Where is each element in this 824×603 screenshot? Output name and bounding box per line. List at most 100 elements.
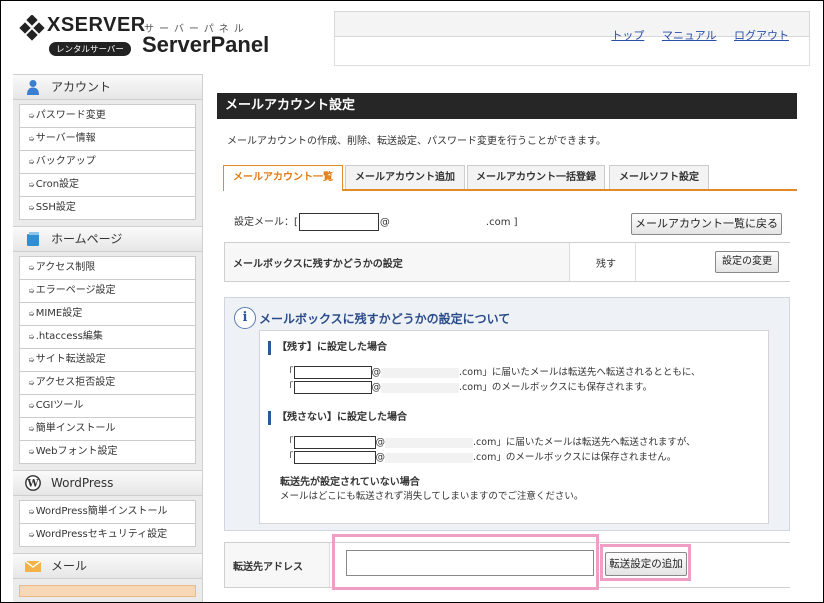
sidebar-item-label: MIME設定 (35, 308, 83, 319)
sidebar-item-label: Webフォント設定 (35, 446, 118, 457)
keep-text-1: .com」に届いたメールは転送先へ転送されるとともに、 (459, 367, 701, 378)
bracket: 「 (284, 367, 294, 378)
sidebar-list-account: ➭パスワード変更 ➭サーバー情報 ➭バックアップ ➭Cron設定 ➭SSH設定 (13, 100, 202, 226)
nokeep-heading: 【残さない】に設定した場合 (268, 411, 407, 425)
info-title: メールボックスに残すかどうかの設定について (259, 312, 511, 326)
sidebar-item-ssh[interactable]: ➭SSH設定 (19, 196, 196, 220)
arrow-icon: ➭ (28, 447, 35, 456)
section-title: ホームページ (51, 232, 123, 246)
sidebar-item-access-deny[interactable]: ➭アクセス拒否設定 (19, 371, 196, 394)
brand-name: XSERVER (47, 14, 146, 36)
sidebar-item-easy-install[interactable]: ➭簡単インストール (19, 417, 196, 440)
mailbox-keep-value-cell: 残す (569, 243, 636, 281)
back-to-list-button[interactable]: メールアカウント一覧に戻る (631, 213, 782, 235)
sidebar-item-label: サイト転送設定 (35, 354, 106, 365)
mailbox-keep-label: メールボックスに残すかどうかの設定 (233, 259, 403, 270)
main-content: メールアカウント設定 メールアカウントの作成、削除、転送設定、パスワード変更を行… (217, 93, 797, 590)
tab-mail-software[interactable]: メールソフト設定 (609, 165, 709, 189)
wordpress-icon: W (25, 475, 41, 491)
arrow-icon: ➭ (28, 378, 35, 387)
keep-line-2: 「 @ .com」のメールボックスにも保存されます。 (284, 379, 652, 394)
section-title: メール (51, 559, 88, 573)
masked-account (293, 451, 376, 464)
tab-account-add[interactable]: メールアカウント追加 (345, 165, 465, 189)
sidebar-section-mail[interactable]: メール (13, 553, 202, 579)
info-panel: i メールボックスに残すかどうかの設定について 【残す】に設定した場合 「 @ .c… (224, 297, 790, 531)
mailbox-keep-row: メールボックスに残すかどうかの設定 残す 設定の変更 (224, 242, 790, 282)
sidebar-item-label: WordPressセキュリティ設定 (35, 529, 168, 540)
top-links: トップ マニュアル ログアウト (597, 27, 789, 43)
bracket: 「 (284, 382, 294, 393)
sidebar-item-label: バックアップ (35, 156, 96, 167)
page-title: メールアカウント設定 (217, 93, 797, 119)
sidebar-section-wordpress[interactable]: W WordPress (13, 470, 202, 496)
sidebar-section-account[interactable]: アカウント (13, 74, 202, 100)
setting-mail-row: 設定メール：[ @ .com ] (234, 213, 518, 231)
sidebar-list-homepage: ➭アクセス制限 ➭エラーページ設定 ➭MIME設定 ➭.htaccess編集 ➭… (13, 252, 202, 470)
at-sign: @ (375, 437, 386, 448)
sidebar-item-error-page[interactable]: ➭エラーページ設定 (19, 279, 196, 302)
sidebar-item-label: CGIツール (35, 400, 84, 411)
arrow-icon: ➭ (28, 355, 35, 364)
sidebar-mail-item-partial[interactable] (19, 585, 196, 597)
sidebar-item-label: WordPress簡単インストール (35, 506, 168, 517)
forward-address-label: 転送先アドレス (233, 562, 303, 573)
add-forward-button[interactable]: 転送設定の追加 (605, 552, 687, 576)
masked-account (293, 436, 376, 449)
arrow-icon: ➭ (28, 401, 35, 410)
at-sign: @ (375, 452, 386, 463)
sidebar-item-server-info[interactable]: ➭サーバー情報 (19, 127, 196, 150)
arrow-icon: ➭ (28, 286, 35, 295)
masked-domain (381, 382, 460, 393)
arrow-icon: ➭ (28, 111, 35, 120)
sidebar: アカウント ➭パスワード変更 ➭サーバー情報 ➭バックアップ ➭Cron設定 ➭… (13, 74, 203, 602)
setting-mail-prefix: 設定メール：[ (234, 217, 298, 228)
at-sign: @ (371, 367, 382, 378)
tab-bar: メールアカウント一覧 メールアカウント追加 メールアカウント一括登録 メールソフ… (223, 165, 797, 191)
setting-mail-at: @ (379, 217, 390, 228)
user-icon (27, 80, 39, 95)
sidebar-item-wp-security[interactable]: ➭WordPressセキュリティ設定 (19, 523, 196, 547)
sidebar-item-htaccess[interactable]: ➭.htaccess編集 (19, 325, 196, 348)
nokeep-line-1: 「 @ .com」に届いたメールは転送先へ転送されますが、 (284, 434, 696, 449)
change-setting-button[interactable]: 設定の変更 (715, 251, 779, 273)
masked-account (293, 366, 372, 379)
bracket: 「 (284, 437, 294, 448)
arrow-icon: ➭ (28, 263, 35, 272)
link-logout[interactable]: ログアウト (734, 29, 789, 42)
arrow-icon: ➭ (28, 134, 35, 143)
sidebar-item-label: SSH設定 (35, 202, 76, 213)
window: XSERVER レンタルサーバー サーバーパネル ServerPanel トップ… (0, 0, 824, 603)
setting-mail-suffix: .com ] (485, 217, 518, 228)
tab-account-list[interactable]: メールアカウント一覧 (223, 165, 343, 191)
sidebar-section-homepage[interactable]: ホームページ (13, 226, 202, 252)
arrow-icon: ➭ (28, 309, 35, 318)
sidebar-item-site-transfer[interactable]: ➭サイト転送設定 (19, 348, 196, 371)
sidebar-item-webfont[interactable]: ➭Webフォント設定 (19, 440, 196, 464)
sidebar-item-access-limit[interactable]: ➭アクセス制限 (19, 256, 196, 279)
svg-text:W: W (26, 479, 39, 490)
info-body: 【残す】に設定した場合 「 @ .com」に届いたメールは転送先へ転送されるとともに… (259, 330, 769, 524)
sidebar-item-password[interactable]: ➭パスワード変更 (19, 104, 196, 127)
none-text: メールはどこにも転送されず消失してしまいますのでご注意ください。 (280, 491, 584, 502)
info-icon: i (234, 307, 256, 329)
sidebar-item-wp-install[interactable]: ➭WordPress簡単インストール (19, 500, 196, 523)
section-title: WordPress (51, 476, 114, 490)
nokeep-text-2: .com」のメールボックスには保存されません。 (473, 452, 677, 463)
link-manual[interactable]: マニュアル (662, 29, 717, 42)
arrow-icon: ➭ (28, 203, 35, 212)
sidebar-item-cgi[interactable]: ➭CGIツール (19, 394, 196, 417)
sidebar-item-cron[interactable]: ➭Cron設定 (19, 173, 196, 196)
sidebar-list-wordpress: ➭WordPress簡単インストール ➭WordPressセキュリティ設定 (13, 496, 202, 553)
sidebar-item-mime[interactable]: ➭MIME設定 (19, 302, 196, 325)
sidebar-item-label: パスワード変更 (35, 110, 106, 121)
nokeep-text-1: .com」に届いたメールは転送先へ転送されますが、 (473, 437, 696, 448)
sidebar-item-label: アクセス制限 (35, 262, 96, 273)
tab-bulk-register[interactable]: メールアカウント一括登録 (467, 165, 605, 189)
sidebar-item-backup[interactable]: ➭バックアップ (19, 150, 196, 173)
forward-address-input[interactable] (346, 550, 594, 576)
sidebar-item-label: 簡単インストール (35, 423, 116, 434)
link-top[interactable]: トップ (611, 29, 644, 42)
keep-line-1: 「 @ .com」に届いたメールは転送先へ転送されるとともに、 (284, 364, 701, 379)
sidebar-item-label: エラーページ設定 (35, 285, 116, 296)
